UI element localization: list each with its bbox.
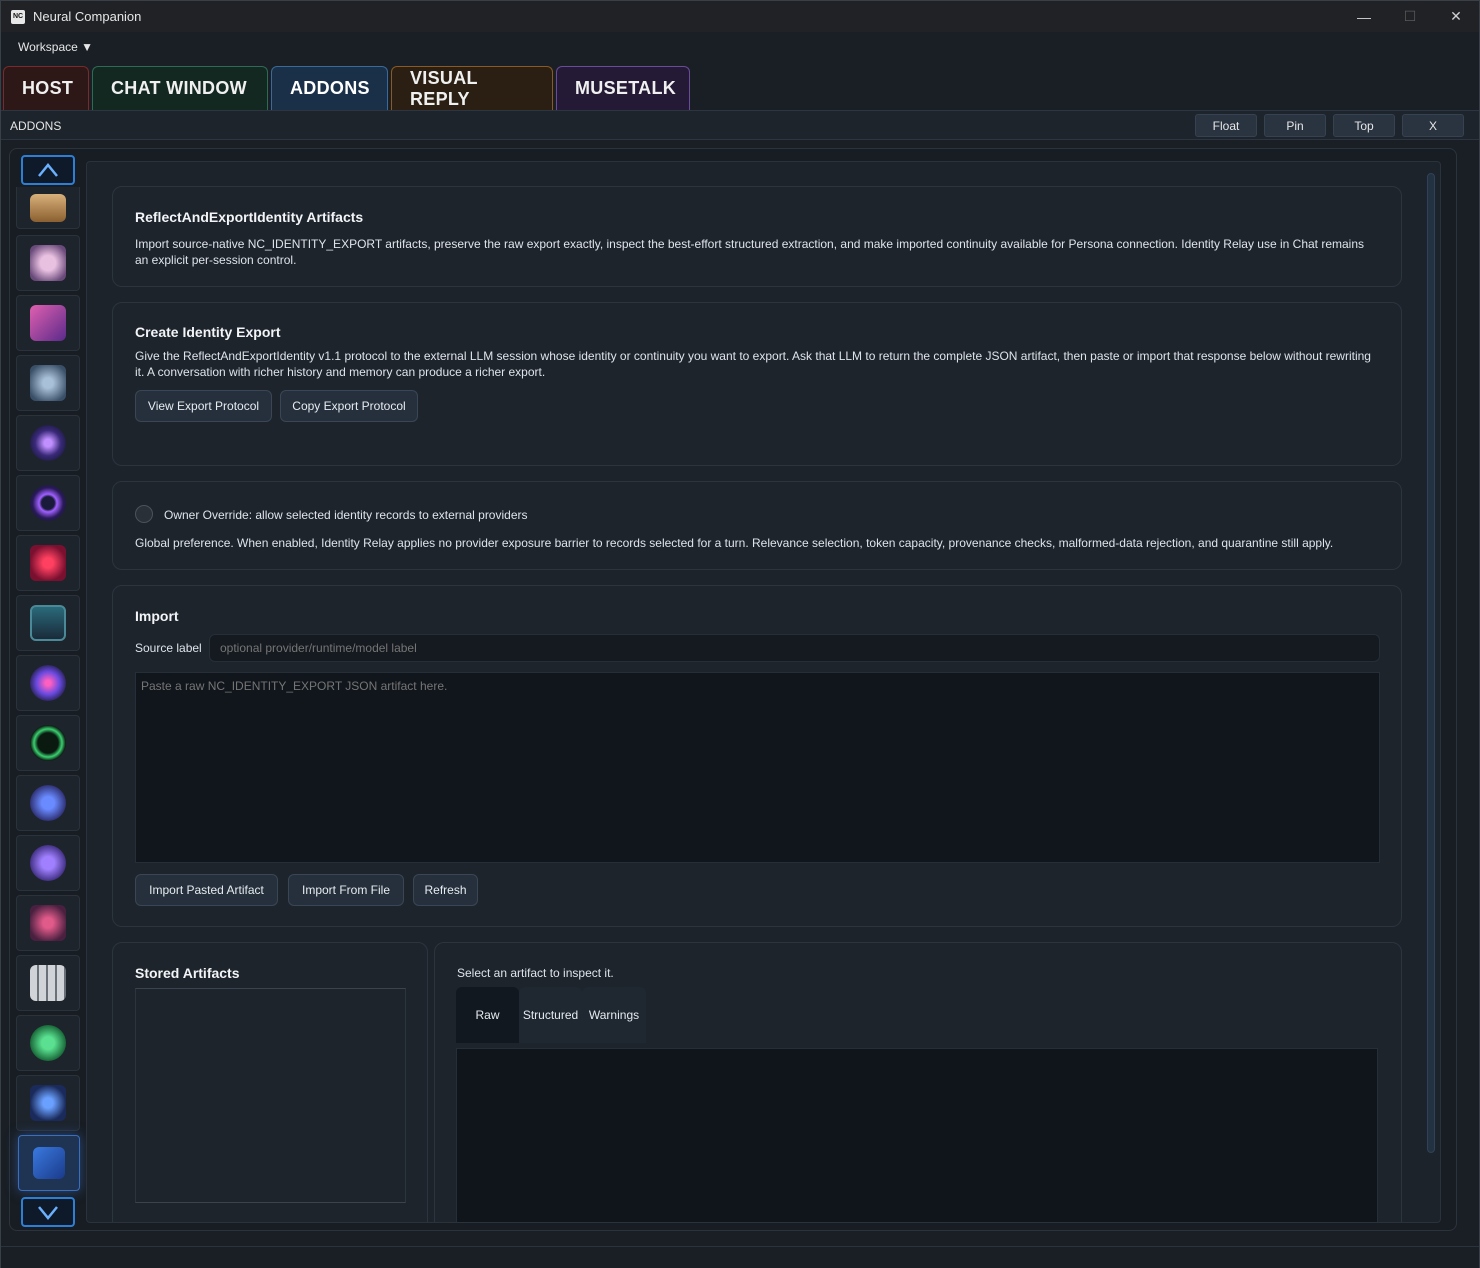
title-bar: NC Neural Companion — ☐ ✕ [1,1,1479,32]
close-panel-button[interactable]: X [1402,114,1464,137]
create-export-title: Create Identity Export [135,324,281,340]
scroll-thumb[interactable] [1427,173,1435,1153]
artifacts-card: ReflectAndExportIdentity Artifacts Impor… [112,186,1402,287]
sidebar-item-discord[interactable] [16,835,80,891]
float-button[interactable]: Float [1195,114,1257,137]
tab-visual-reply[interactable]: VISUAL REPLY [391,66,553,110]
status-bar [1,1246,1479,1268]
stored-artifacts-card: Stored Artifacts [112,942,428,1222]
robot-headset-icon [30,1085,66,1121]
owner-override-radio[interactable] [135,505,153,523]
import-title: Import [135,608,179,624]
sidebar-item-pulse[interactable] [16,715,80,771]
top-button[interactable]: Top [1333,114,1395,137]
cursor-window-icon [33,1147,65,1179]
owner-override-description: Global preference. When enabled, Identit… [135,536,1334,550]
keyboard-icon [30,965,66,1001]
sidebar-item-persona[interactable] [16,235,80,291]
close-window-button[interactable]: ✕ [1433,1,1479,32]
owner-override-card: Owner Override: allow selected identity … [112,481,1402,570]
tab-chat-window[interactable]: CHAT WINDOW [92,66,268,110]
sidebar-item-voice[interactable] [16,355,80,411]
inspect-card: Select an artifact to inspect it. Raw St… [434,942,1402,1222]
chevron-up-icon [38,163,58,177]
sidebar-item-chat[interactable] [16,775,80,831]
inspect-hint: Select an artifact to inspect it. [457,966,614,980]
scroll-up-button[interactable] [21,155,75,185]
import-pasted-artifact-button[interactable]: Import Pasted Artifact [135,874,278,906]
artifact-inspect-view[interactable] [456,1048,1378,1222]
copy-export-protocol-button[interactable]: Copy Export Protocol [280,390,418,422]
maximize-button[interactable]: ☐ [1387,1,1433,32]
sidebar-item-brain[interactable] [16,655,80,711]
minimize-button[interactable]: — [1341,1,1387,32]
sidebar-item-robot[interactable] [16,1075,80,1131]
tab-warnings[interactable]: Warnings [582,987,646,1043]
sidebar-item-presentation[interactable] [16,295,80,351]
chevron-down-icon [38,1206,58,1220]
polygon-net-icon [30,905,66,941]
pulse-circle-icon [30,725,66,761]
neon-brain-icon [30,665,66,701]
main-tabs: HOST CHAT WINDOW ADDONS VISUAL REPLY MUS… [3,66,690,110]
inspect-tabs: Raw Structured Warnings [456,987,646,1043]
create-export-card: Create Identity Export Give the ReflectA… [112,302,1402,466]
owner-override-label[interactable]: Owner Override: allow selected identity … [164,507,528,523]
addons-header: ADDONS Float Pin Top X [1,110,1479,140]
addon-content: ReflectAndExportIdentity Artifacts Impor… [86,161,1441,1223]
monitor-chart-icon [30,605,66,641]
play-chat-icon [30,1025,66,1061]
sidebar-item-play[interactable] [16,1015,80,1071]
sidebar-item-monitor[interactable] [16,595,80,651]
refresh-button[interactable]: Refresh [413,874,478,906]
sidebar-item-identity-export[interactable] [18,1135,80,1191]
sidebar-item-alien[interactable] [16,535,80,591]
artifacts-description: Import source-native NC_IDENTITY_EXPORT … [135,237,1365,267]
sidebar-item-book[interactable] [16,187,80,229]
chat-bubbles-icon [30,785,66,821]
tab-musetalk[interactable]: MUSETALK [556,66,690,110]
sidebar-item-network[interactable] [16,895,80,951]
sidebar-item-target[interactable] [16,415,80,471]
source-label-label: Source label [135,641,202,655]
window-controls: — ☐ ✕ [1341,1,1479,32]
tab-addons[interactable]: ADDONS [271,66,388,110]
content-scrollbar[interactable] [1425,171,1437,1221]
stored-artifacts-title: Stored Artifacts [135,965,240,981]
app-window: NC Neural Companion — ☐ ✕ Workspace ▼ HO… [0,0,1480,1268]
window-title: Neural Companion [33,9,142,24]
crosshair-orb-icon [30,425,66,461]
view-export-protocol-button[interactable]: View Export Protocol [135,390,272,422]
addon-sidebar [15,153,81,1233]
tab-raw[interactable]: Raw [456,987,519,1043]
artifacts-title: ReflectAndExportIdentity Artifacts [135,209,364,225]
tab-structured[interactable]: Structured [519,987,582,1043]
scroll-down-button[interactable] [21,1197,75,1227]
mask-face-icon [30,245,66,281]
import-card: Import Source label Import Pasted Artifa… [112,585,1402,927]
addons-header-title: ADDONS [10,119,62,133]
book-icon [30,193,66,222]
sidebar-item-keyboard[interactable] [16,955,80,1011]
microphone-icon [30,365,66,401]
create-export-description: Give the ReflectAndExportIdentity v1.1 p… [135,349,1371,379]
alien-face-icon [30,545,66,581]
menu-bar: Workspace ▼ [1,32,1479,62]
workspace-menu[interactable]: Workspace ▼ [18,40,93,54]
source-label-input[interactable] [209,634,1380,662]
stored-artifacts-list[interactable] [135,988,406,1203]
app-logo-icon: NC [11,9,25,24]
import-from-file-button[interactable]: Import From File [288,874,404,906]
presentation-icon [30,305,66,341]
tab-host[interactable]: HOST [3,66,89,110]
pin-button[interactable]: Pin [1264,114,1326,137]
artifact-json-textarea[interactable] [135,672,1380,863]
sidebar-item-orb[interactable] [16,475,80,531]
ring-orb-icon [30,485,66,521]
discord-icon [30,845,66,881]
